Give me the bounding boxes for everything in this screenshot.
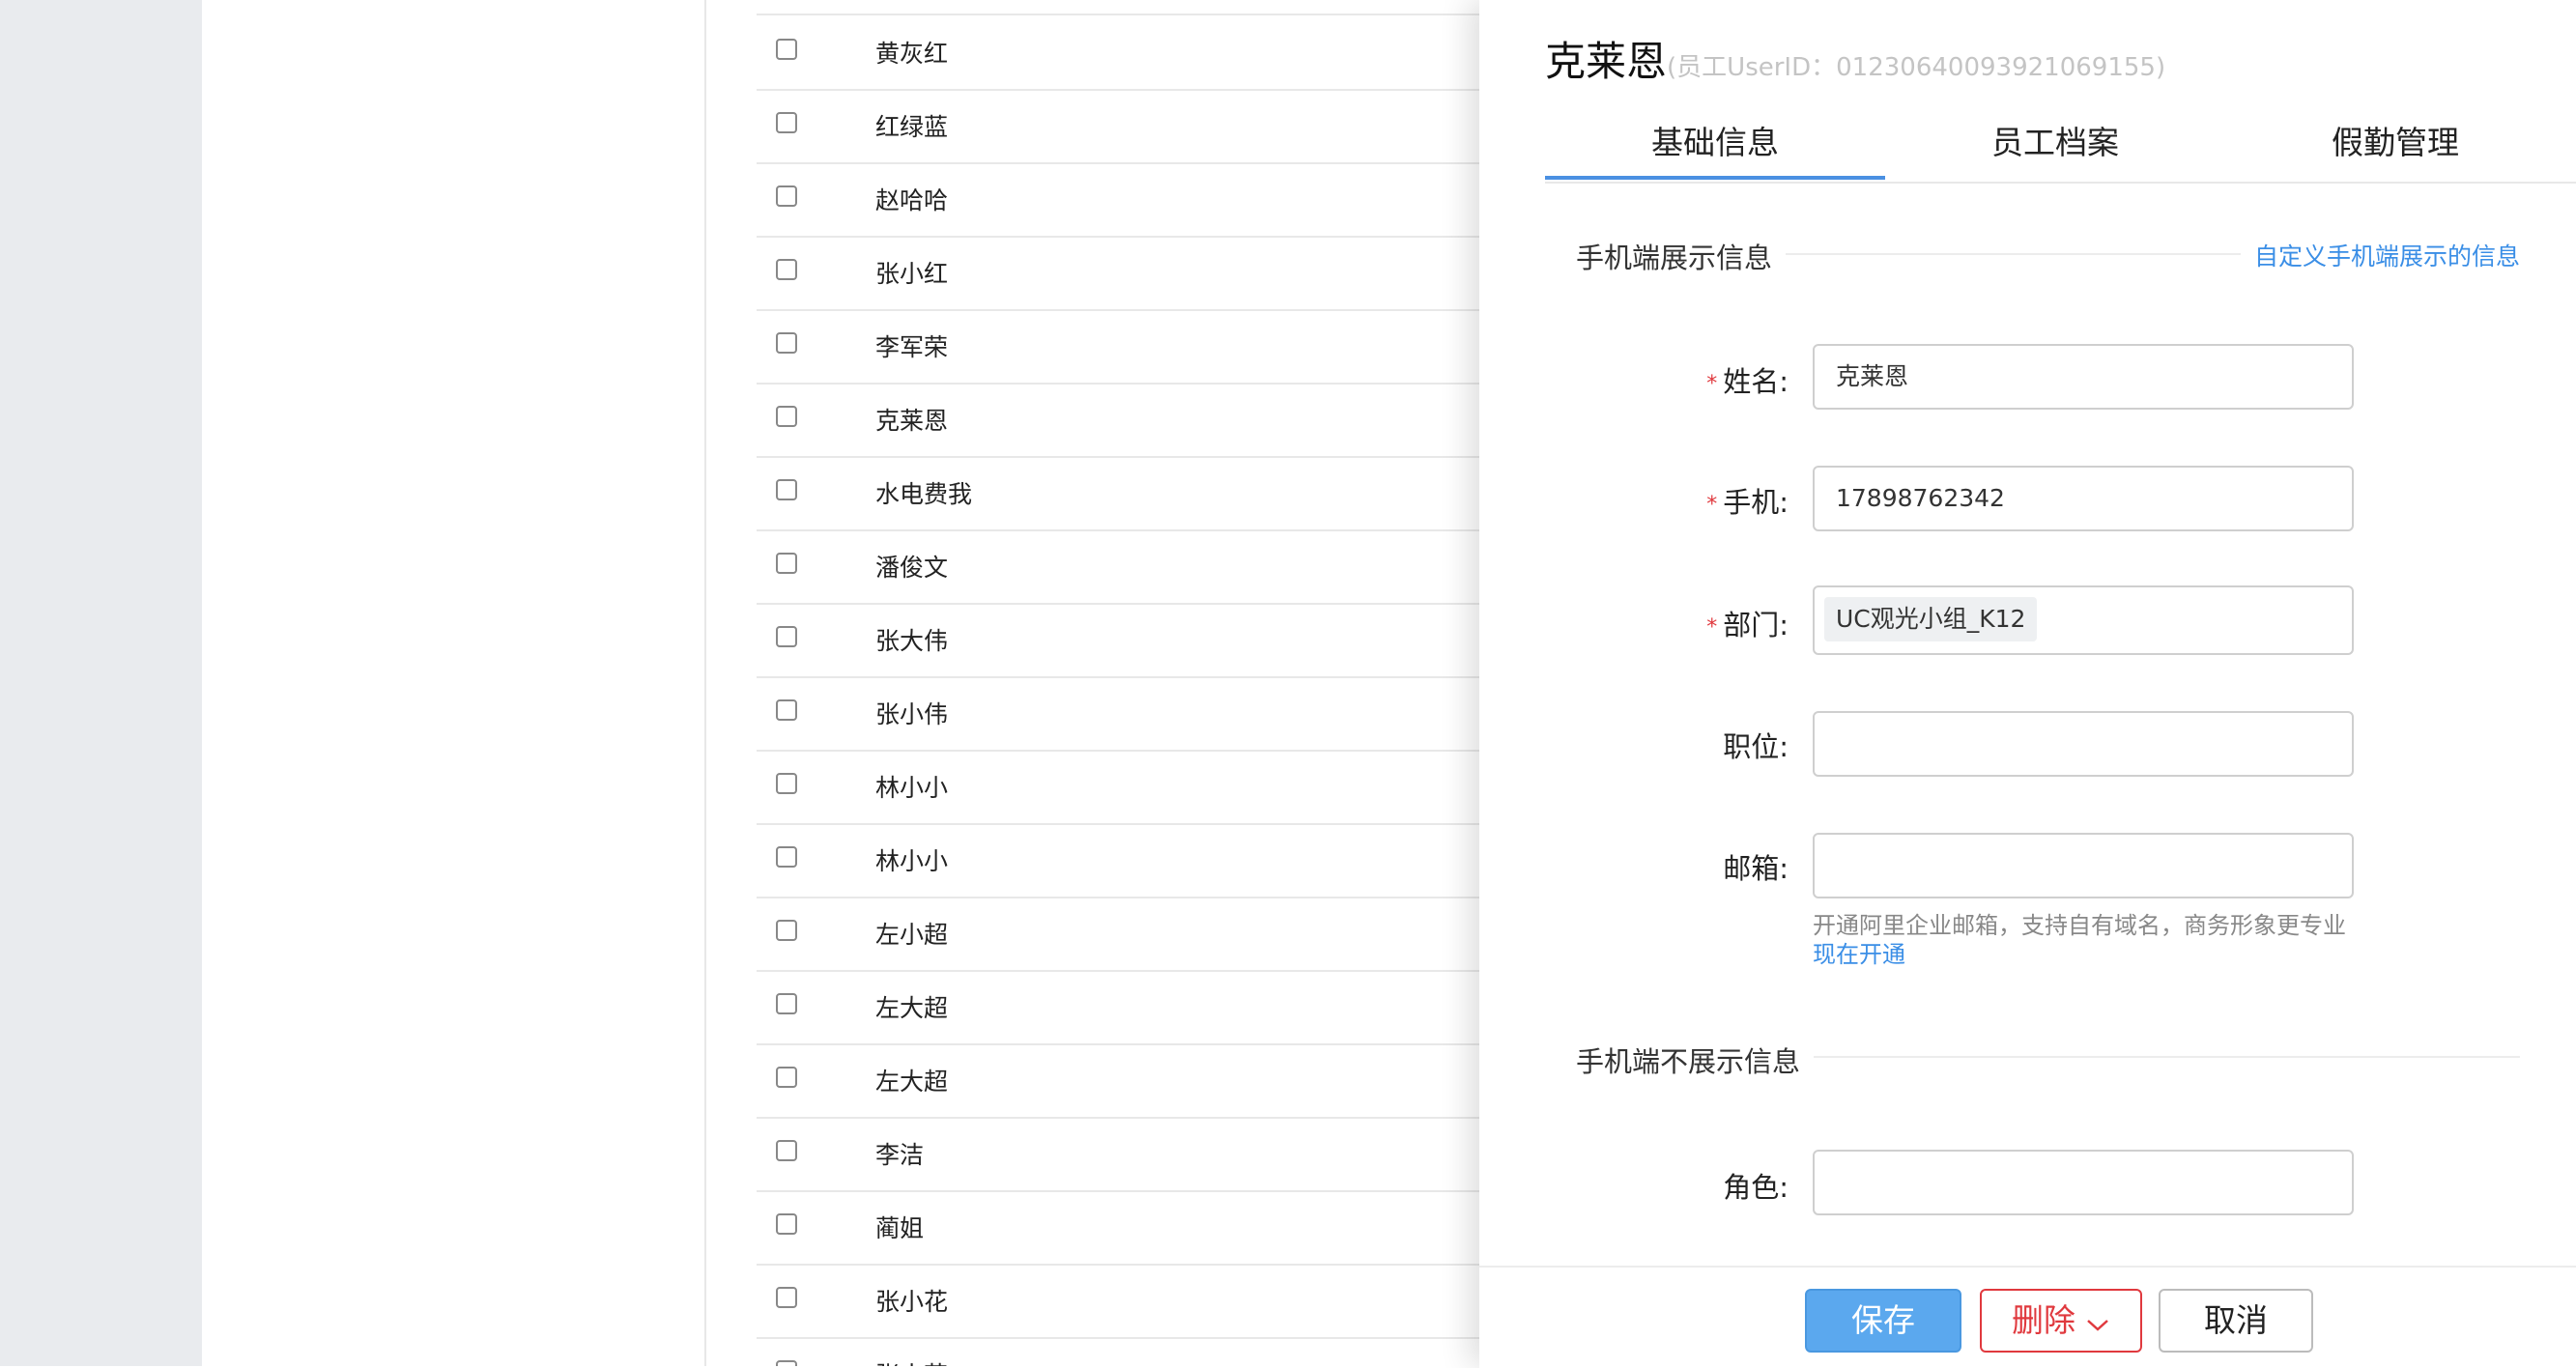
employee-name-cell: 赵哈哈 <box>875 186 949 214</box>
employee-name-cell: 林小小 <box>875 847 949 875</box>
name-input[interactable]: 克莱恩 <box>1813 344 2354 410</box>
department-input[interactable]: UC观光小组_K12 <box>1813 585 2354 655</box>
row-checkbox[interactable] <box>776 259 797 280</box>
drawer-title: 克莱恩(员工UserID：0123064009392106915​5) <box>1545 29 2165 88</box>
required-mark: * <box>1706 492 1718 517</box>
department-label: * 部门: <box>1706 609 1789 641</box>
tab-attendance[interactable]: 假勤管理 <box>2225 112 2565 182</box>
table-row[interactable]: 赵哈哈 <box>757 162 1479 238</box>
row-checkbox[interactable] <box>776 39 797 60</box>
department-tag: UC观光小组_K12 <box>1824 597 2038 641</box>
section-title-mobile-shown: 手机端展示信息 <box>1576 236 1787 276</box>
email-label: 邮箱: <box>1723 852 1789 885</box>
employee-name-cell: 左大超 <box>875 1068 949 1096</box>
email-input[interactable] <box>1813 833 2354 898</box>
table-row[interactable]: 左小超 <box>757 897 1479 972</box>
table-row[interactable]: 李洁 <box>757 1117 1479 1192</box>
employee-name-cell: 红绿蓝 <box>875 113 949 141</box>
employee-name-cell: 李军荣 <box>875 333 949 361</box>
row-checkbox[interactable] <box>776 1287 797 1308</box>
required-mark: * <box>1706 371 1718 396</box>
employee-name: 克莱恩 <box>1545 38 1668 85</box>
employee-name-cell: 潘俊文 <box>875 554 949 582</box>
table-row[interactable]: 张小花 <box>757 1264 1479 1339</box>
row-checkbox[interactable] <box>776 773 797 794</box>
employee-name-cell: 左小超 <box>875 921 949 949</box>
name-label: * 姓名: <box>1706 365 1789 398</box>
employee-name-cell: 左大超 <box>875 994 949 1022</box>
employee-name-cell: 张大伟 <box>875 627 949 655</box>
tab-employee-profile[interactable]: 员工档案 <box>1885 112 2225 182</box>
save-button[interactable]: 保存 <box>1805 1289 1961 1353</box>
row-checkbox[interactable] <box>776 112 797 133</box>
employee-name-cell: 张小红 <box>875 260 949 288</box>
row-checkbox[interactable] <box>776 479 797 500</box>
employee-detail-drawer: 克莱恩(员工UserID：0123064009392106915​5) 基础信息… <box>1479 0 2576 1368</box>
employee-name-cell: 水电费我 <box>875 480 973 508</box>
chevron-down-icon <box>2085 1293 2110 1353</box>
employee-name-cell: 林小小 <box>875 774 949 802</box>
employee-name-cell: 黄灰红 <box>875 40 949 68</box>
section-title-mobile-hidden: 手机端不展示信息 <box>1576 1040 1815 1080</box>
employee-list: 黄灰红 红绿蓝 赵哈哈 张小红 李军荣 克莱恩 水电费我 潘俊文 张大伟 张小伟 林小小 林小小 左小超… <box>706 0 1479 1366</box>
row-checkbox[interactable] <box>776 1213 797 1235</box>
row-checkbox[interactable] <box>776 1067 797 1088</box>
phone-input[interactable]: 17898762342 <box>1813 466 2354 531</box>
table-row[interactable]: 克莱恩 <box>757 383 1479 458</box>
row-checkbox[interactable] <box>776 626 797 647</box>
employee-name-cell: 张小伟 <box>875 700 949 728</box>
table-row[interactable]: 李军荣 <box>757 309 1479 385</box>
left-panel <box>202 0 706 1366</box>
table-row[interactable]: 水电费我 <box>757 456 1479 531</box>
delete-button[interactable]: 删除 <box>1980 1289 2142 1353</box>
table-row[interactable]: 左大超 <box>757 1043 1479 1119</box>
employee-name-cell: 张小花 <box>875 1356 948 1366</box>
table-row[interactable]: 左大超 <box>757 970 1479 1045</box>
employee-name-cell: 李洁 <box>875 1141 925 1169</box>
row-checkbox[interactable] <box>776 406 797 427</box>
table-row[interactable]: 张小伟 <box>757 676 1479 752</box>
row-checkbox[interactable] <box>776 553 797 574</box>
role-label: 角色: <box>1723 1171 1789 1204</box>
table-row[interactable]: 林小小 <box>757 750 1479 825</box>
phone-label: * 手机: <box>1706 486 1789 519</box>
row-checkbox[interactable] <box>776 185 797 207</box>
role-input[interactable] <box>1813 1150 2354 1215</box>
table-row[interactable]: 张小花 <box>757 1337 1479 1366</box>
delete-button-label: 删除 <box>2012 1301 2075 1339</box>
row-checkbox[interactable] <box>776 332 797 354</box>
custom-mobile-info-link[interactable]: 自定义手机端展示的信息 <box>2240 238 2520 272</box>
row-checkbox[interactable] <box>776 1140 797 1161</box>
position-input[interactable] <box>1813 711 2354 777</box>
employee-name-cell: 张小花 <box>875 1288 949 1316</box>
employee-name-cell: 蔺姐 <box>875 1214 925 1242</box>
required-mark: * <box>1706 614 1718 640</box>
left-sidebar <box>0 0 202 1366</box>
row-checkbox[interactable] <box>776 699 797 721</box>
row-checkbox[interactable] <box>776 993 797 1014</box>
table-row[interactable]: 蔺姐 <box>757 1190 1479 1266</box>
drawer-footer: 保存 删除 取消 <box>1479 1266 2576 1368</box>
employee-userid: (员工UserID：0123064009392106915​5) <box>1667 53 2166 82</box>
table-row[interactable]: 张小红 <box>757 236 1479 311</box>
table-row[interactable]: 林小小 <box>757 823 1479 898</box>
drawer-tabs: 基础信息 员工档案 假勤管理 <box>1545 112 2576 184</box>
table-row[interactable]: 张大伟 <box>757 603 1479 678</box>
table-row[interactable]: 红绿蓝 <box>757 89 1479 164</box>
cancel-button[interactable]: 取消 <box>2159 1289 2313 1353</box>
table-row[interactable]: 黄灰红 <box>757 15 1479 91</box>
row-checkbox[interactable] <box>776 1360 797 1366</box>
row-checkbox[interactable] <box>776 920 797 941</box>
position-label: 职位: <box>1723 730 1789 763</box>
tab-basic-info[interactable]: 基础信息 <box>1545 112 1885 180</box>
employee-name-cell: 克莱恩 <box>875 407 949 435</box>
enable-email-link[interactable]: 现在开通 <box>1813 935 1905 969</box>
row-checkbox[interactable] <box>776 846 797 868</box>
table-row[interactable]: 潘俊文 <box>757 529 1479 605</box>
